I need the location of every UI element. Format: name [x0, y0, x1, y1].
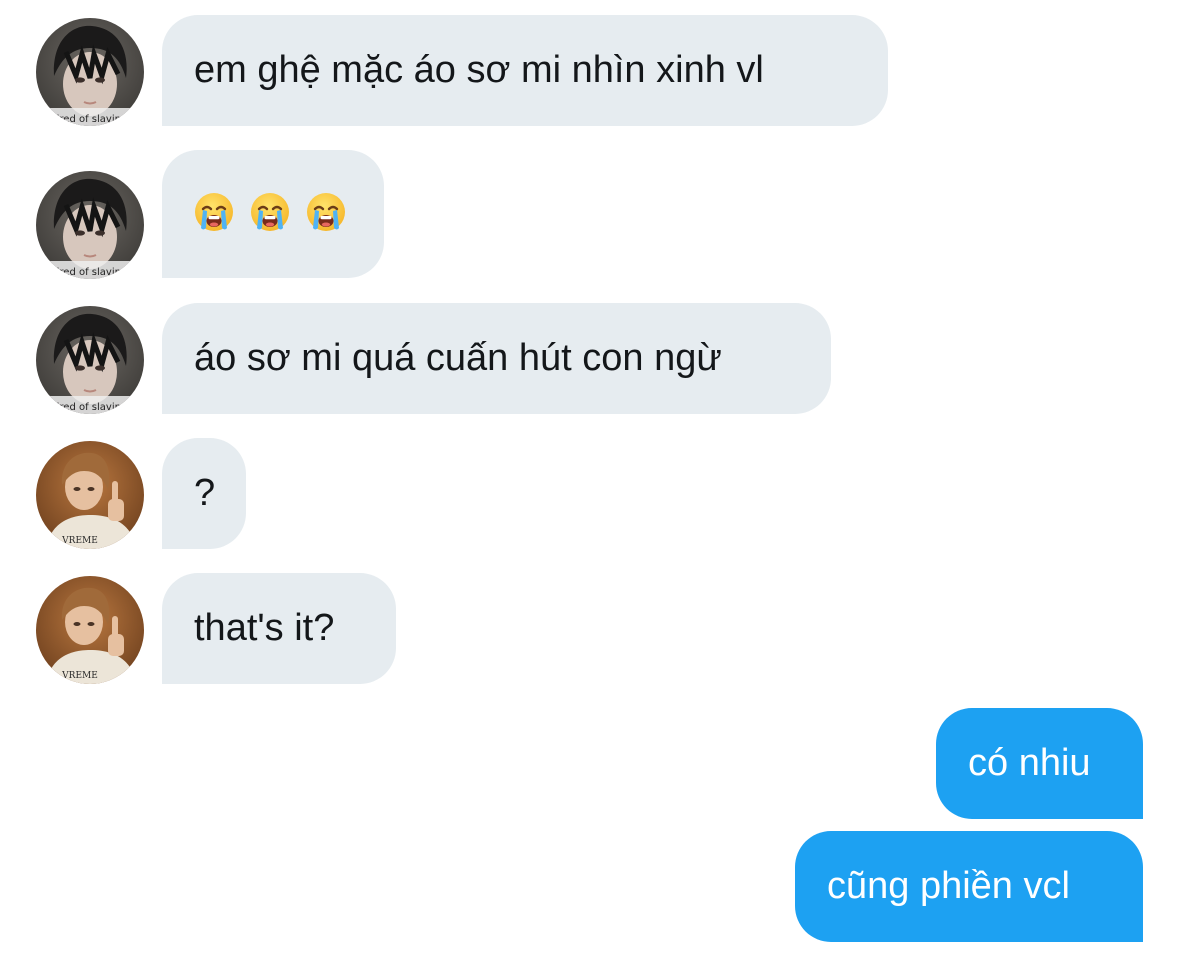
incoming-message-bubble[interactable] [162, 150, 384, 278]
light-hair-avatar-image [36, 576, 144, 684]
outgoing-message-bubble[interactable]: cũng phiền vcl [795, 831, 1143, 942]
message-text: có nhiu [968, 742, 1091, 784]
dark-hair-avatar-image [36, 306, 144, 414]
avatar[interactable] [36, 441, 144, 549]
loudly-crying-face-icon [250, 192, 290, 232]
incoming-message-bubble[interactable]: ? [162, 438, 246, 549]
message-text: cũng phiền vcl [827, 865, 1070, 907]
incoming-message-bubble[interactable]: em ghệ mặc áo sơ mi nhìn xinh vl [162, 15, 888, 126]
dark-hair-avatar-image [36, 18, 144, 126]
message-text: áo sơ mi quá cuấn hút con ngừ [194, 337, 722, 379]
avatar[interactable] [36, 18, 144, 126]
avatar[interactable] [36, 306, 144, 414]
message-text: em ghệ mặc áo sơ mi nhìn xinh vl [194, 49, 764, 91]
avatar[interactable] [36, 576, 144, 684]
message-text: ? [194, 472, 216, 514]
avatar[interactable] [36, 171, 144, 279]
loudly-crying-face-icon [306, 192, 346, 232]
incoming-message-bubble[interactable]: that's it? [162, 573, 396, 684]
incoming-message-bubble[interactable]: áo sơ mi quá cuấn hút con ngừ [162, 303, 831, 414]
message-thread: em ghệ mặc áo sơ mi nhìn xinh vl áo sơ m… [0, 0, 1179, 961]
outgoing-message-bubble[interactable]: có nhiu [936, 708, 1143, 819]
light-hair-avatar-image [36, 441, 144, 549]
dark-hair-avatar-image [36, 171, 144, 279]
loudly-crying-face-icon [194, 192, 234, 232]
message-text: that's it? [194, 607, 335, 649]
emoji-row [194, 192, 346, 232]
